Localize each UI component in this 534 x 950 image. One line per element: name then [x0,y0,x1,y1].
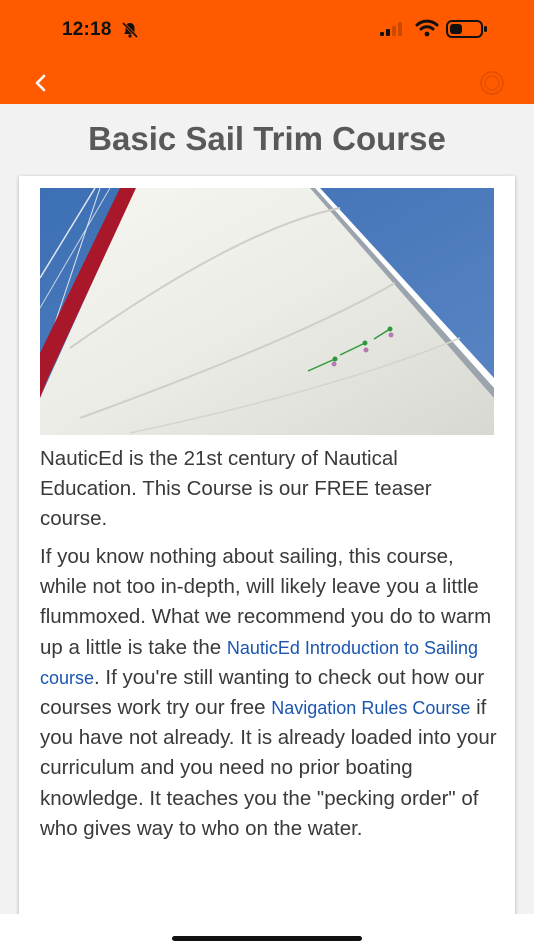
cell-signal-icon [380,22,402,36]
battery-icon [446,20,487,38]
sail-photo-image [40,188,494,435]
wifi-icon [415,19,439,37]
page-title: Basic Sail Trim Course [88,120,446,157]
home-bar [0,914,534,950]
app-header: 12:18 [0,0,534,104]
course-card: NauticEd is the 21st century of Nautical… [19,176,515,936]
intro-paragraph: NauticEd is the 21st century of Nautical… [40,447,432,531]
home-indicator[interactable] [172,936,362,941]
content-area[interactable]: Basic Sail Trim Course NauticEd is the 2… [0,104,534,936]
status-time: 12:18 [62,19,112,40]
navigation-rules-link[interactable]: Navigation Rules Course [271,698,470,718]
recommendation-paragraph: If you know nothing about sailing, this … [40,542,500,844]
ring-icon[interactable] [478,69,506,97]
back-button[interactable] [26,68,56,98]
bell-off-icon [121,21,139,39]
chevron-left-icon [35,74,46,92]
